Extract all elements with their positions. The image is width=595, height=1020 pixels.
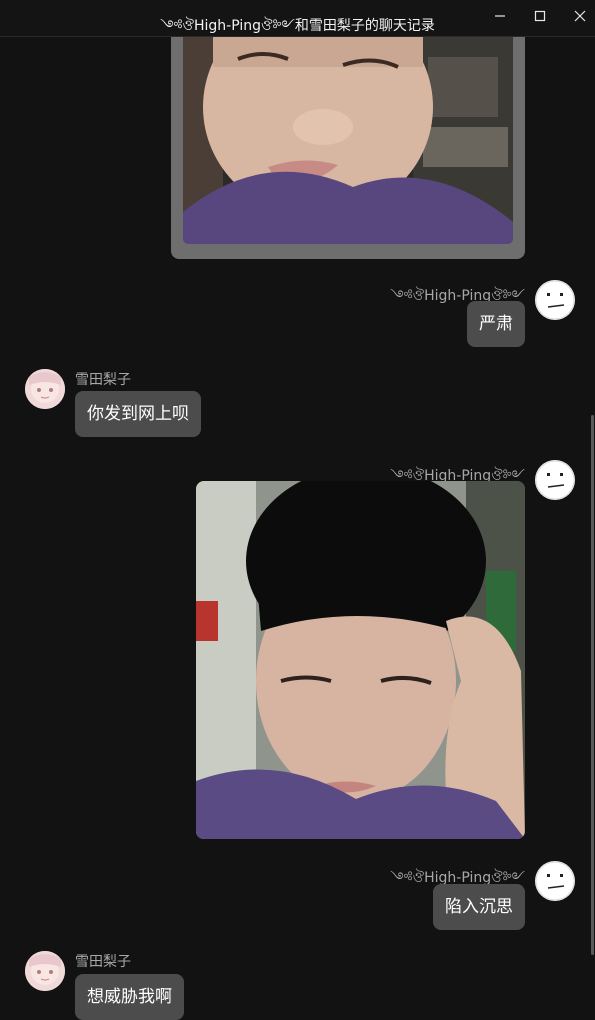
contact-avatar[interactable] xyxy=(25,369,65,409)
message-bubble[interactable]: 严肃 xyxy=(467,301,525,347)
message-bubble[interactable]: 你发到网上呗 xyxy=(75,391,201,437)
user-avatar-icon[interactable] xyxy=(535,861,575,901)
minimize-icon[interactable] xyxy=(486,6,514,30)
chat-history[interactable]: ༺ঔHigh-Pingঔ༻ 严肃 雪田梨子 你发到网上呗 ༺ঔHigh-Ping… xyxy=(0,37,595,1020)
message-bubble[interactable]: 想威胁我啊 xyxy=(75,974,184,1020)
image-message[interactable] xyxy=(171,37,525,259)
vertical-scrollbar[interactable] xyxy=(591,415,594,955)
video-call-photo[interactable] xyxy=(183,37,513,244)
close-icon[interactable] xyxy=(566,6,594,30)
selfie-photo[interactable] xyxy=(196,481,525,839)
contact-avatar[interactable] xyxy=(25,951,65,991)
maximize-icon[interactable] xyxy=(526,6,554,30)
title-bar: ༺ঔHigh-Pingঔ༻和雪田梨子的聊天记录 xyxy=(0,0,595,37)
user-avatar-icon[interactable] xyxy=(535,280,575,320)
sender-name: 雪田梨子 xyxy=(75,372,131,388)
user-avatar-icon[interactable] xyxy=(535,460,575,500)
sender-name: 雪田梨子 xyxy=(75,954,131,970)
message-bubble[interactable]: 陷入沉思 xyxy=(433,884,525,930)
